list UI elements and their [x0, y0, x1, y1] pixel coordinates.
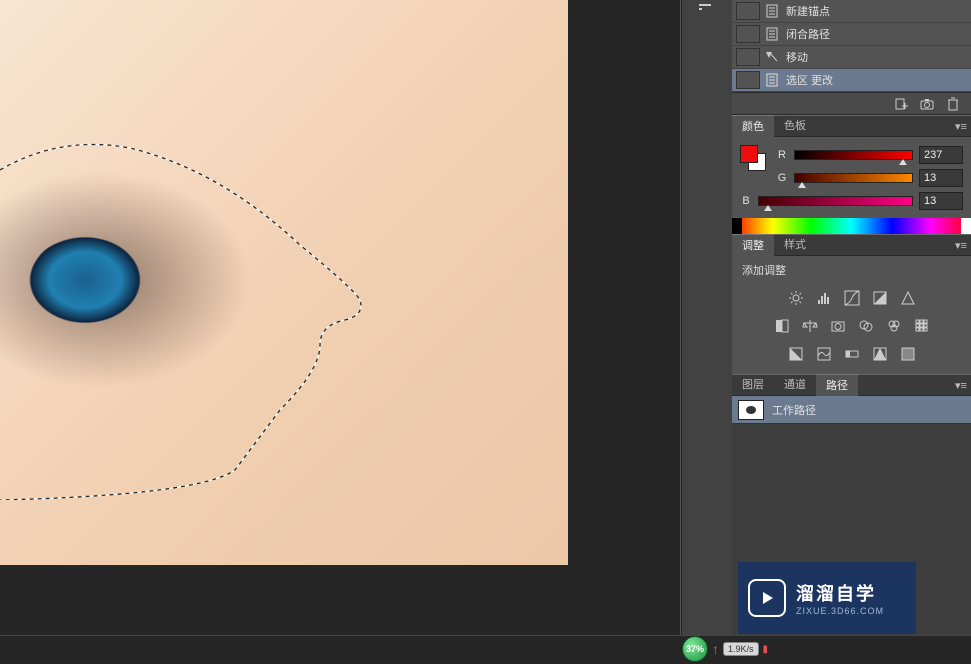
- vibrance-icon[interactable]: [898, 288, 918, 308]
- tab-adjustments[interactable]: 调整: [732, 234, 774, 256]
- speed-value: 1.9K/s: [723, 642, 759, 656]
- slider-r: R: [776, 143, 963, 166]
- history-label: 移动: [786, 49, 971, 65]
- document-icon: [764, 26, 780, 42]
- camera-icon[interactable]: [915, 95, 939, 113]
- document-image[interactable]: [0, 0, 568, 565]
- gradient-map-icon[interactable]: [842, 344, 862, 364]
- adjustments-row-1: [732, 284, 971, 312]
- exposure-icon[interactable]: [870, 288, 890, 308]
- history-label: 选区 更改: [786, 72, 971, 88]
- history-visibility[interactable]: [736, 48, 760, 66]
- marching-ants-selection: [0, 140, 380, 500]
- slider-label-g: G: [776, 172, 788, 184]
- color-spectrum[interactable]: [732, 218, 971, 234]
- threshold-icon[interactable]: [814, 344, 834, 364]
- adjustments-row-3: [732, 340, 971, 368]
- path-item[interactable]: 工作路径: [732, 396, 971, 424]
- levels-icon[interactable]: [814, 288, 834, 308]
- document-icon: [764, 3, 780, 19]
- history-label: 闭合路径: [786, 26, 971, 42]
- panel-menu-icon[interactable]: ▾≡: [951, 120, 971, 133]
- play-icon: [748, 579, 786, 617]
- slider-value-b[interactable]: [919, 192, 963, 210]
- watermark-title: 溜溜自学: [796, 580, 884, 606]
- history-visibility[interactable]: [736, 25, 760, 43]
- color-panel-tabs: 颜色 色板 ▾≡: [732, 115, 971, 137]
- slider-track-g[interactable]: [794, 173, 913, 183]
- adjustments-panel: 添加调整: [732, 256, 971, 374]
- trash-icon[interactable]: [941, 95, 965, 113]
- color-panel: R G B: [732, 137, 971, 234]
- slider-g: G: [776, 166, 963, 189]
- tab-layers[interactable]: 图层: [732, 374, 774, 396]
- history-item-active[interactable]: 选区 更改: [732, 69, 971, 92]
- network-status-badge: 37% ↑ 1.9K/s ▮: [682, 636, 768, 662]
- tab-channels[interactable]: 通道: [774, 374, 816, 396]
- adjustments-row-2: [732, 312, 971, 340]
- brightness-icon[interactable]: [786, 288, 806, 308]
- indicator-icon: ▮: [763, 644, 769, 655]
- posterize-icon[interactable]: [912, 316, 932, 336]
- slider-value-g[interactable]: [919, 169, 963, 187]
- balance-icon[interactable]: [800, 316, 820, 336]
- history-footer: [732, 92, 971, 114]
- path-label: 工作路径: [772, 402, 816, 418]
- slider-label-r: R: [776, 149, 788, 161]
- photo-filter-icon[interactable]: [828, 316, 848, 336]
- color-swatches[interactable]: [740, 145, 766, 171]
- channel-mixer-icon[interactable]: [856, 316, 876, 336]
- color-lookup-icon[interactable]: [884, 316, 904, 336]
- watermark-overlay: 溜溜自学 ZIXUE.3D66.COM: [738, 562, 916, 634]
- slider-b: B: [740, 189, 963, 212]
- history-visibility[interactable]: [736, 71, 760, 89]
- slider-label-b: B: [740, 195, 752, 207]
- solid-color-icon[interactable]: [898, 344, 918, 364]
- tab-paths[interactable]: 路径: [816, 374, 858, 396]
- history-item[interactable]: 闭合路径: [732, 23, 971, 46]
- tab-color[interactable]: 颜色: [732, 115, 774, 137]
- bw-icon[interactable]: [772, 316, 792, 336]
- history-item[interactable]: 新建锚点: [732, 0, 971, 23]
- slider-track-b[interactable]: [758, 196, 913, 206]
- panel-menu-icon[interactable]: ▾≡: [951, 379, 971, 392]
- history-visibility[interactable]: [736, 2, 760, 20]
- collapsed-panel-icon[interactable]: [698, 0, 716, 18]
- canvas-area[interactable]: [0, 0, 680, 635]
- tab-swatches[interactable]: 色板: [774, 115, 816, 137]
- watermark-subtitle: ZIXUE.3D66.COM: [796, 606, 884, 616]
- history-item[interactable]: 移动: [732, 46, 971, 69]
- invert-icon[interactable]: [786, 344, 806, 364]
- selective-color-icon[interactable]: [870, 344, 890, 364]
- history-label: 新建锚点: [786, 3, 971, 19]
- document-icon: [764, 72, 780, 88]
- create-document-icon[interactable]: [889, 95, 913, 113]
- foreground-color[interactable]: [740, 145, 758, 163]
- slider-track-r[interactable]: [794, 150, 913, 160]
- up-arrow-icon: ↑: [712, 641, 719, 657]
- collapsed-panel-strip[interactable]: [681, 0, 732, 664]
- history-panel: 新建锚点 闭合路径 移动 选区 更改: [732, 0, 971, 115]
- curves-icon[interactable]: [842, 288, 862, 308]
- add-adjustment-label: 添加调整: [732, 256, 971, 284]
- tab-styles[interactable]: 样式: [774, 234, 816, 256]
- panel-menu-icon[interactable]: ▾≡: [951, 239, 971, 252]
- slider-value-r[interactable]: [919, 146, 963, 164]
- adjustments-tabs: 调整 样式 ▾≡: [732, 234, 971, 256]
- move-icon: [764, 49, 780, 65]
- status-bar: [0, 635, 971, 664]
- percent-badge[interactable]: 37%: [682, 636, 708, 662]
- path-thumbnail: [738, 400, 764, 420]
- layers-paths-tabs: 图层 通道 路径 ▾≡: [732, 374, 971, 396]
